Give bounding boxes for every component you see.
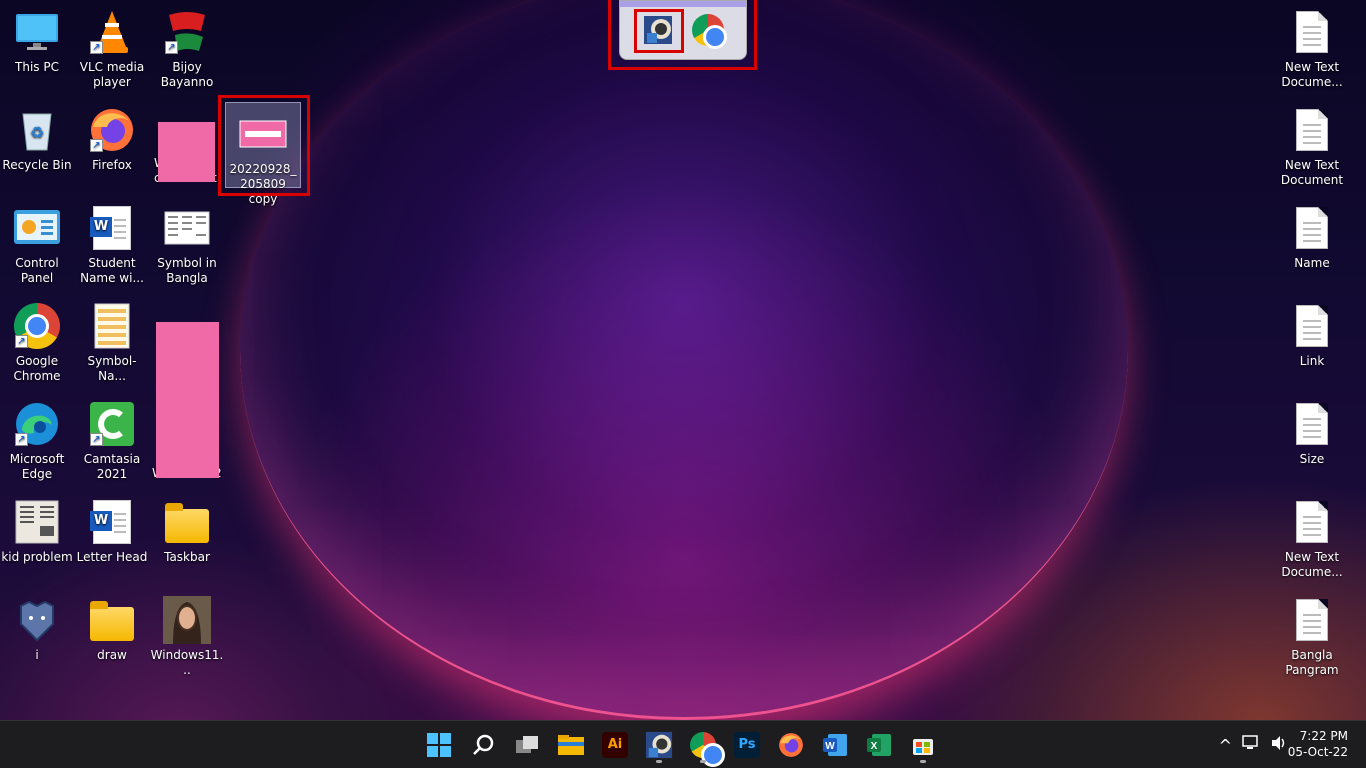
- desktop-icon-size[interactable]: Size: [1275, 400, 1349, 467]
- store-icon[interactable]: [904, 726, 942, 764]
- search-icon[interactable]: [464, 726, 502, 764]
- document-image-icon: [163, 204, 211, 252]
- desktop-icon-microsoft-edge[interactable]: ↗ Microsoft Edge: [0, 400, 74, 482]
- shortcut-arrow-icon: ↗: [90, 41, 103, 54]
- shortcut-arrow-icon: ↗: [90, 433, 103, 446]
- running-indicator: [920, 760, 926, 763]
- desktop-icon-student-name[interactable]: W Student Name wi...: [75, 204, 149, 286]
- desktop-icon-text-doc-1[interactable]: New Text Docume...: [1275, 8, 1349, 90]
- shortcut-arrow-icon: ↗: [90, 139, 103, 152]
- desktop-icon-windows11[interactable]: Windows11...: [150, 596, 224, 678]
- system-tray: ^: [1219, 721, 1288, 768]
- clock[interactable]: 7:22 PM 05-Oct-22: [1288, 728, 1348, 760]
- photoshop-icon[interactable]: Ps: [728, 726, 766, 764]
- svg-text:X: X: [871, 741, 878, 752]
- desktop-icon-vlc[interactable]: ↗ VLC media player: [75, 8, 149, 90]
- word-icon[interactable]: W: [816, 726, 854, 764]
- desktop-icon-taskbar-folder[interactable]: Taskbar: [150, 498, 224, 565]
- text-document-icon: [1288, 8, 1336, 56]
- text-document-icon: [1288, 106, 1336, 154]
- clock-date: 05-Oct-22: [1287, 745, 1348, 759]
- volume-icon[interactable]: [1270, 735, 1288, 755]
- task-view-icon[interactable]: [508, 726, 546, 764]
- photo-icon: [163, 596, 211, 644]
- desktop-icon-google-chrome[interactable]: ↗ Google Chrome: [0, 302, 74, 384]
- desktop-icon-i[interactable]: i: [0, 596, 74, 663]
- vlc-icon: ↗: [88, 8, 136, 56]
- running-indicator: [700, 760, 706, 763]
- desktop-icon-text-doc-2[interactable]: New Text Document: [1275, 106, 1349, 188]
- chevron-up-icon[interactable]: ^: [1219, 736, 1232, 755]
- desktop-icon-bijoy-bayanno[interactable]: ↗ Bijoy Bayanno: [150, 8, 224, 90]
- app-shortcut-icon[interactable]: [640, 726, 678, 764]
- red-highlight-box: [218, 95, 310, 196]
- monitor-icon: [13, 8, 61, 56]
- document-image-icon: [88, 302, 136, 350]
- folder-icon: [88, 596, 136, 644]
- file-explorer-icon[interactable]: [552, 726, 590, 764]
- redaction-block: [156, 322, 219, 478]
- network-icon[interactable]: [1242, 735, 1260, 755]
- control-panel-icon: [13, 204, 61, 252]
- desktop-icon-symbol-na[interactable]: Symbol-Na...: [75, 302, 149, 384]
- text-document-icon: [1288, 400, 1336, 448]
- bijoy-icon: ↗: [163, 8, 211, 56]
- excel-icon[interactable]: X: [860, 726, 898, 764]
- firefox-icon: ↗: [88, 106, 136, 154]
- red-highlight-box-popup-icon: [634, 9, 684, 53]
- illustrator-icon[interactable]: Ai: [596, 726, 634, 764]
- desktop-icon-letter-head[interactable]: W Letter Head: [75, 498, 149, 565]
- text-document-icon: [1288, 498, 1336, 546]
- shortcut-arrow-icon: ↗: [15, 335, 28, 348]
- firefox-icon[interactable]: [772, 726, 810, 764]
- folder-icon: [163, 498, 211, 546]
- start-icon[interactable]: [420, 726, 458, 764]
- text-document-icon: [1288, 596, 1336, 644]
- desktop-icon-this-pc[interactable]: This PC: [0, 8, 74, 75]
- desktop-icon-text-doc-3[interactable]: New Text Docume...: [1275, 498, 1349, 580]
- wallpaper-orb: [240, 0, 1128, 720]
- shortcut-arrow-icon: ↗: [165, 41, 178, 54]
- text-document-icon: [1288, 204, 1336, 252]
- running-indicator: [656, 760, 662, 763]
- desktop-icon-firefox[interactable]: ↗ Firefox: [75, 106, 149, 173]
- desktop-icon-camtasia[interactable]: ↗ Camtasia 2021: [75, 400, 149, 482]
- chrome-icon: ↗: [13, 302, 61, 350]
- camtasia-icon: ↗: [88, 400, 136, 448]
- desktop-icon-name[interactable]: Name: [1275, 204, 1349, 271]
- chrome-icon[interactable]: [684, 726, 725, 767]
- desktop-icon-recycle-bin[interactable]: ♻ Recycle Bin: [0, 106, 74, 173]
- svg-text:♻: ♻: [30, 123, 44, 142]
- word-icon: W: [88, 498, 136, 546]
- edge-icon: ↗: [13, 400, 61, 448]
- svg-text:W: W: [825, 741, 835, 752]
- desktop-icon-kid-problem[interactable]: kid problem: [0, 498, 74, 565]
- word-icon: W: [88, 204, 136, 252]
- taskbar-apps: Ai Ps W X: [420, 721, 942, 768]
- desktop-icon-symbol-in-bangla[interactable]: Symbol in Bangla: [150, 204, 224, 286]
- shortcut-arrow-icon: ↗: [15, 433, 28, 446]
- recycle-bin-icon: ♻: [13, 106, 61, 154]
- desktop-icon-draw[interactable]: draw: [75, 596, 149, 663]
- text-document-icon: [1288, 302, 1336, 350]
- desktop-icon-bangla-pangram[interactable]: Bangla Pangram: [1275, 596, 1349, 678]
- grizzly-logo-icon: [13, 596, 61, 644]
- redaction-block: [158, 122, 215, 182]
- document-image-icon: [13, 498, 61, 546]
- taskbar: Ai Ps W X ^ 7:22 PM 05-Oct-22: [0, 720, 1366, 768]
- clock-time: 7:22 PM: [1299, 729, 1348, 743]
- desktop-icon-link[interactable]: Link: [1275, 302, 1349, 369]
- desktop-icon-control-panel[interactable]: Control Panel: [0, 204, 74, 286]
